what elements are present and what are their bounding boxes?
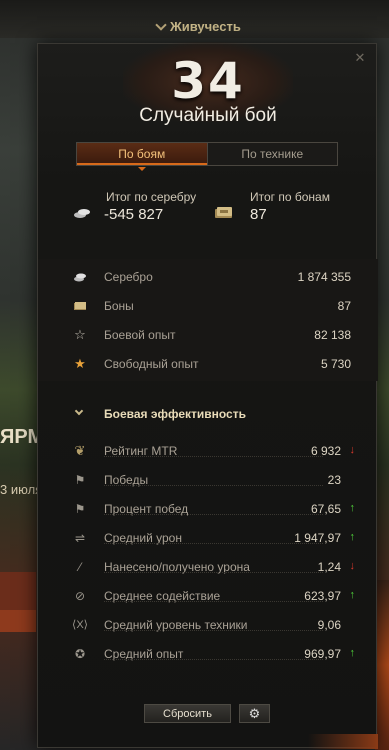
bonds-icon xyxy=(73,299,87,313)
list-item: Боны 87 xyxy=(38,291,378,320)
resource-value: 87 xyxy=(337,298,351,313)
resource-value: 82 138 xyxy=(314,327,351,342)
damage-ratio-icon: ⁄ xyxy=(78,559,81,574)
stat-value: 1 947,97 xyxy=(294,530,341,545)
dotted-divider xyxy=(104,572,323,573)
bonds-icon xyxy=(214,206,234,220)
resource-label: Серебро xyxy=(104,269,153,284)
star-wing-icon: ✪ xyxy=(74,646,86,661)
star-outline-icon: ☆ xyxy=(74,326,86,342)
bottom-glow xyxy=(308,734,378,749)
trend-up-icon: ↑ xyxy=(349,502,356,514)
flag-icon: ⚑ xyxy=(74,472,86,487)
dotted-divider xyxy=(104,456,323,457)
chevron-down-icon[interactable] xyxy=(74,406,84,416)
list-item: Серебро 1 874 355 xyxy=(38,262,378,291)
section-title: Боевая эффективность xyxy=(104,407,246,421)
bonds-total-label: Итог по бонам xyxy=(250,190,330,204)
resources-list: Серебро 1 874 355 Боны 87 ☆ Боевой опыт … xyxy=(38,259,378,381)
list-item: ❦ Рейтинг MTR 6 932 ↓ xyxy=(38,436,378,465)
chevron-down-icon[interactable] xyxy=(155,19,167,31)
list-item: ⟨X⟩ Средний уровень техники 9,06 xyxy=(38,610,378,639)
reset-button[interactable]: Сбросить xyxy=(144,704,231,723)
efficiency-list: ❦ Рейтинг MTR 6 932 ↓ ⚑ Победы 23 ⚑ Проц… xyxy=(38,436,378,668)
tab-by-battles[interactable]: По боям xyxy=(77,143,207,171)
background-card-strip xyxy=(0,610,36,632)
stat-value: 9,06 xyxy=(317,617,341,632)
stat-value: 969,97 xyxy=(304,646,341,661)
trend-up-icon: ↑ xyxy=(349,531,356,543)
bonds-total-value: 87 xyxy=(250,206,267,223)
panel-footer: Сбросить ⚙ xyxy=(38,699,378,727)
list-item: ★ Свободный опыт 5 730 xyxy=(38,349,378,378)
resource-value: 5 730 xyxy=(320,356,351,371)
stat-value: 67,65 xyxy=(310,501,341,516)
dotted-divider xyxy=(104,601,323,602)
trend-down-icon: ↓ xyxy=(349,444,356,456)
stat-value: 1,24 xyxy=(317,559,341,574)
tank-tier-icon: ⟨X⟩ xyxy=(72,619,88,631)
list-item: ⚑ Процент побед 67,65 ↑ xyxy=(38,494,378,523)
trend-up-icon: ↑ xyxy=(349,647,356,659)
battle-count: 34 xyxy=(171,52,245,110)
resource-label: Боевой опыт xyxy=(104,327,176,342)
list-item: ☆ Боевой опыт 82 138 xyxy=(38,320,378,349)
background-date-text: 3 июля xyxy=(0,482,43,497)
view-tabs: По боям По технике xyxy=(76,142,338,171)
panel-title: Случайный бой xyxy=(139,105,277,126)
trend-down-icon: ↓ xyxy=(349,560,356,572)
silver-icon xyxy=(73,270,87,284)
top-bar: Живучесть xyxy=(0,0,389,38)
top-bar-title[interactable]: Живучесть xyxy=(170,19,241,34)
resource-label: Боны xyxy=(104,298,134,313)
star-filled-icon: ★ xyxy=(74,355,86,371)
tab-by-vehicles[interactable]: По технике xyxy=(206,143,338,165)
dotted-divider xyxy=(104,630,323,631)
trend-up-icon: ↑ xyxy=(349,589,356,601)
silver-total-value: -545 827 xyxy=(104,206,164,223)
list-item: ✪ Средний опыт 969,97 ↑ xyxy=(38,639,378,668)
dotted-divider xyxy=(104,485,323,486)
shell-icon: ⇌ xyxy=(74,530,86,545)
list-item: ⚑ Победы 23 xyxy=(38,465,378,494)
list-item: ⊘ Среднее содействие 623,97 ↑ xyxy=(38,581,378,610)
stat-value: 623,97 xyxy=(304,588,341,603)
stat-value: 23 xyxy=(327,472,341,487)
dotted-divider xyxy=(104,514,323,515)
flag-icon: ⚑ xyxy=(74,501,86,516)
silver-coins-icon xyxy=(72,206,92,220)
battle-efficiency-header[interactable]: Боевая эффективность xyxy=(38,401,378,427)
dotted-divider xyxy=(104,659,323,660)
dotted-divider xyxy=(104,543,323,544)
list-item: ⁄ Нанесено/получено урона 1,24 ↓ xyxy=(38,552,378,581)
gear-icon: ⚙ xyxy=(248,705,261,721)
resource-label: Свободный опыт xyxy=(104,356,199,371)
list-item: ⇌ Средний урон 1 947,97 ↑ xyxy=(38,523,378,552)
resource-value: 1 874 355 xyxy=(297,269,351,284)
assist-icon: ⊘ xyxy=(74,588,86,603)
session-stats-panel: ✕ 34 Случайный бой По боям По технике Ит… xyxy=(37,42,378,749)
laurel-icon: ❦ xyxy=(74,442,86,458)
stat-value: 6 932 xyxy=(310,443,341,458)
settings-button[interactable]: ⚙ xyxy=(239,704,270,723)
silver-total-label: Итог по серебру xyxy=(106,190,197,204)
